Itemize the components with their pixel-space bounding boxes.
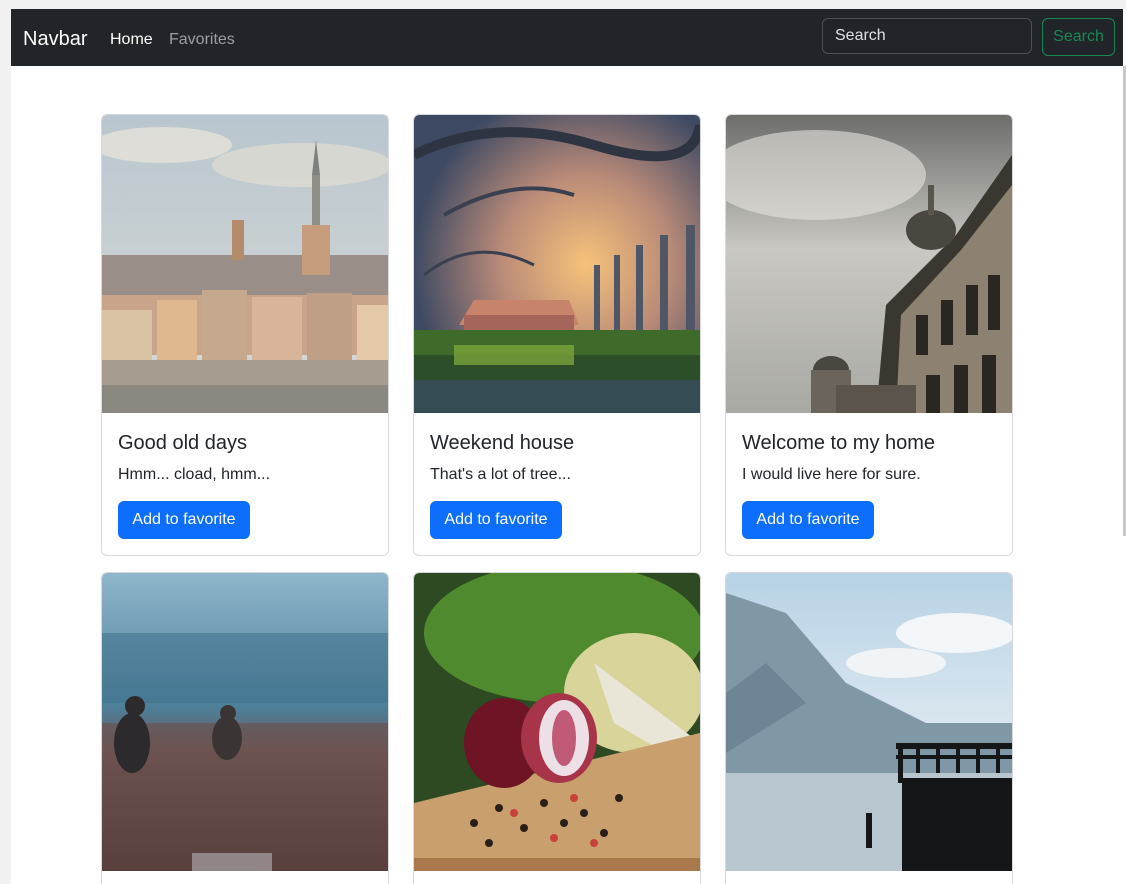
lake-pier-mountains-image xyxy=(726,573,1012,871)
card-title: Welcome to my home xyxy=(742,432,936,454)
navbar-brand[interactable]: Navbar xyxy=(23,27,87,51)
nav-link-home[interactable]: Home xyxy=(110,30,153,50)
add-to-favorite-button[interactable]: Add to favorite xyxy=(742,501,874,539)
card: Weekend house That's a lot of tree... Ad… xyxy=(413,114,701,556)
browser-viewport: Navbar Home Favorites Search Search Good… xyxy=(11,9,1126,884)
card-title: Weekend house xyxy=(430,432,575,454)
search-button[interactable]: Search xyxy=(1042,18,1115,56)
add-to-favorite-button[interactable]: Add to favorite xyxy=(430,501,562,539)
navbar: Navbar Home Favorites Search xyxy=(11,9,1123,66)
tree-alley-sunset-image xyxy=(414,115,700,413)
card: Welcome to my home I would live here for… xyxy=(725,114,1013,556)
palace-building-image xyxy=(726,115,1012,413)
foggy-field-image xyxy=(102,573,388,871)
search-input[interactable] xyxy=(822,18,1032,54)
card xyxy=(101,572,389,884)
add-to-favorite-button[interactable]: Add to favorite xyxy=(118,501,250,539)
nav-link-favorites[interactable]: Favorites xyxy=(169,30,235,50)
city-old-town-image xyxy=(102,115,388,413)
card xyxy=(725,572,1013,884)
card-text: I would live here for sure. xyxy=(742,466,921,483)
card-title: Good old days xyxy=(118,432,247,454)
card-text: That's a lot of tree... xyxy=(430,466,571,483)
red-onion-vegetables-image xyxy=(414,573,700,871)
card xyxy=(413,572,701,884)
card: Good old days Hmm... cload, hmm... Add t… xyxy=(101,114,389,556)
card-text: Hmm... cload, hmm... xyxy=(118,466,271,483)
